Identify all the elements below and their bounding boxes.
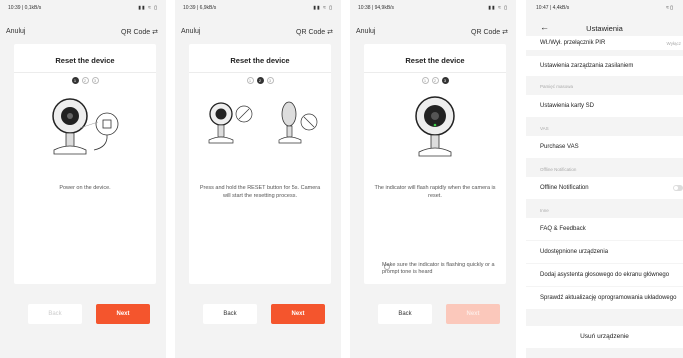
- next-button[interactable]: Next: [446, 304, 500, 324]
- signal-wifi-battery-icons: ≈ ▯: [666, 5, 673, 11]
- reset-card: Reset the device 1 2 3 Power on the devi…: [14, 44, 156, 284]
- status-bar: 10:39 | 6,9kB/s ▮▮ ≈ ▯: [175, 0, 341, 16]
- reset-card: Reset the device 1 2 3 The indicator wil…: [364, 44, 506, 284]
- row-label: Wł./Wył. przełącznik PIR: [540, 40, 606, 46]
- screenshot-collage: 10:39 | 0,1kB/s ▮▮ ≈ ▯ Anuluj QR Code ⇄ …: [0, 0, 683, 358]
- step-3: 3: [266, 77, 274, 84]
- row-label: Sprawdź aktualizację oprogramowania ukła…: [540, 295, 677, 301]
- step-description: Press and hold the RESET button for 5s. …: [199, 185, 321, 199]
- reset-button-illustration: [208, 101, 318, 144]
- cancel-link[interactable]: Anuluj: [181, 28, 200, 40]
- step-1: 1: [71, 77, 79, 84]
- step-3: 3: [91, 77, 99, 84]
- reset-screen-step-2: 10:39 | 6,9kB/s ▮▮ ≈ ▯ Anuluj QR Code ⇄ …: [175, 0, 341, 358]
- top-bar: Anuluj QR Code ⇄: [350, 28, 516, 40]
- status-bar: 10:39 | 0,1kB/s ▮▮ ≈ ▯: [0, 0, 166, 16]
- settings-row-firmware[interactable]: Sprawdź aktualizację oprogramowania ukła…: [526, 287, 683, 309]
- signal-wifi-battery-icons: ▮▮ ≈ ▯: [138, 5, 158, 11]
- settings-header: ← Ustawienia: [526, 22, 683, 36]
- divider: [14, 72, 156, 73]
- settings-row-faq[interactable]: FAQ & Feedback: [526, 218, 683, 240]
- next-button[interactable]: Next: [271, 304, 325, 324]
- step-description: The indicator will flash rapidly when th…: [374, 185, 496, 199]
- step-2: 2: [81, 77, 89, 84]
- signal-wifi-battery-icons: ▮▮ ≈ ▯: [313, 5, 333, 11]
- row-label: FAQ & Feedback: [540, 226, 586, 232]
- settings-row-sd[interactable]: Ustawienia karty SD: [526, 95, 683, 117]
- card-title: Reset the device: [405, 56, 465, 65]
- row-label: Offline Notification: [540, 185, 589, 191]
- page-title: Ustawienia: [586, 24, 623, 33]
- camera-indicator-illustration: [415, 96, 455, 157]
- remove-device-button[interactable]: Usuń urządzenie: [526, 326, 683, 348]
- back-button[interactable]: Back: [203, 304, 257, 324]
- qr-code-link[interactable]: QR Code ⇄: [121, 28, 158, 40]
- step-indicator: 1 2 3: [364, 77, 506, 84]
- status-time: 10:38 | 94,9kB/s: [358, 5, 395, 11]
- reset-screen-step-1: 10:39 | 0,1kB/s ▮▮ ≈ ▯ Anuluj QR Code ⇄ …: [0, 0, 166, 358]
- step-description: Power on the device.: [59, 185, 111, 191]
- qr-code-link[interactable]: QR Code ⇄: [471, 28, 508, 40]
- settings-row-pir[interactable]: Wł./Wył. przełącznik PIR Wyłącz: [526, 36, 683, 50]
- cancel-link[interactable]: Anuluj: [356, 28, 375, 40]
- step-2: 2: [256, 77, 264, 84]
- status-bar: 10:47 | 4,4kB/s ≈ ▯: [526, 0, 683, 16]
- camera-power-illustration: [52, 98, 119, 155]
- card-title: Reset the device: [55, 56, 115, 65]
- status-time: 10:47 | 4,4kB/s: [536, 5, 570, 11]
- settings-row-offline[interactable]: Offline Notification: [526, 177, 683, 199]
- row-label: Dodaj asystenta głosowego do ekranu głów…: [540, 272, 670, 278]
- step-1: 1: [246, 77, 254, 84]
- settings-row-vas[interactable]: Purchase VAS: [526, 136, 683, 158]
- step-3: 3: [441, 77, 449, 84]
- settings-row-power[interactable]: Ustawienia zarządzania zasilaniem: [526, 56, 683, 76]
- settings-row-assistant[interactable]: Dodaj asystenta głosowego do ekranu głów…: [526, 264, 683, 286]
- qr-code-link[interactable]: QR Code ⇄: [296, 28, 333, 40]
- top-bar: Anuluj QR Code ⇄: [175, 28, 341, 40]
- section-other: Inne: [540, 208, 549, 213]
- offline-toggle[interactable]: [673, 185, 683, 191]
- back-button[interactable]: Back: [378, 304, 432, 324]
- next-button[interactable]: Next: [96, 304, 150, 324]
- status-time: 10:39 | 0,1kB/s: [8, 5, 42, 11]
- card-title: Reset the device: [230, 56, 290, 65]
- section-storage: Pamięć masowa: [540, 84, 574, 89]
- top-bar: Anuluj QR Code ⇄: [0, 28, 166, 40]
- section-vas: VAS: [540, 126, 549, 131]
- reset-screen-step-3: 10:38 | 94,9kB/s ▮▮ ≈ ▯ Anuluj QR Code ⇄…: [350, 0, 516, 358]
- signal-wifi-battery-icons: ▮▮ ≈ ▯: [488, 5, 508, 11]
- section-offline: Offline Notification: [540, 167, 577, 172]
- reset-card: Reset the device 1 2 3 Press and hold th…: [189, 44, 331, 284]
- step-2: 2: [431, 77, 439, 84]
- confirm-hint: Make sure the indicator is flashing quic…: [382, 262, 495, 275]
- cancel-link[interactable]: Anuluj: [6, 28, 25, 40]
- status-bar: 10:38 | 94,9kB/s ▮▮ ≈ ▯: [350, 0, 516, 16]
- row-value: Wyłącz: [666, 40, 681, 46]
- step-indicator: 1 2 3: [189, 77, 331, 84]
- row-label: Purchase VAS: [540, 144, 579, 150]
- settings-screen: 10:47 | 4,4kB/s ≈ ▯ ← Ustawienia Wł./Wył…: [526, 0, 683, 358]
- step-1: 1: [421, 77, 429, 84]
- back-button[interactable]: Back: [28, 304, 82, 324]
- row-label: Ustawienia zarządzania zasilaniem: [540, 63, 634, 69]
- row-label: Ustawienia karty SD: [540, 103, 595, 109]
- status-time: 10:39 | 6,9kB/s: [183, 5, 217, 11]
- divider: [189, 72, 331, 73]
- step-indicator: 1 2 3: [14, 77, 156, 84]
- row-label: Udostępnione urządzenia: [540, 249, 609, 255]
- settings-row-shared[interactable]: Udostępnione urządzenia: [526, 241, 683, 263]
- divider: [364, 72, 506, 73]
